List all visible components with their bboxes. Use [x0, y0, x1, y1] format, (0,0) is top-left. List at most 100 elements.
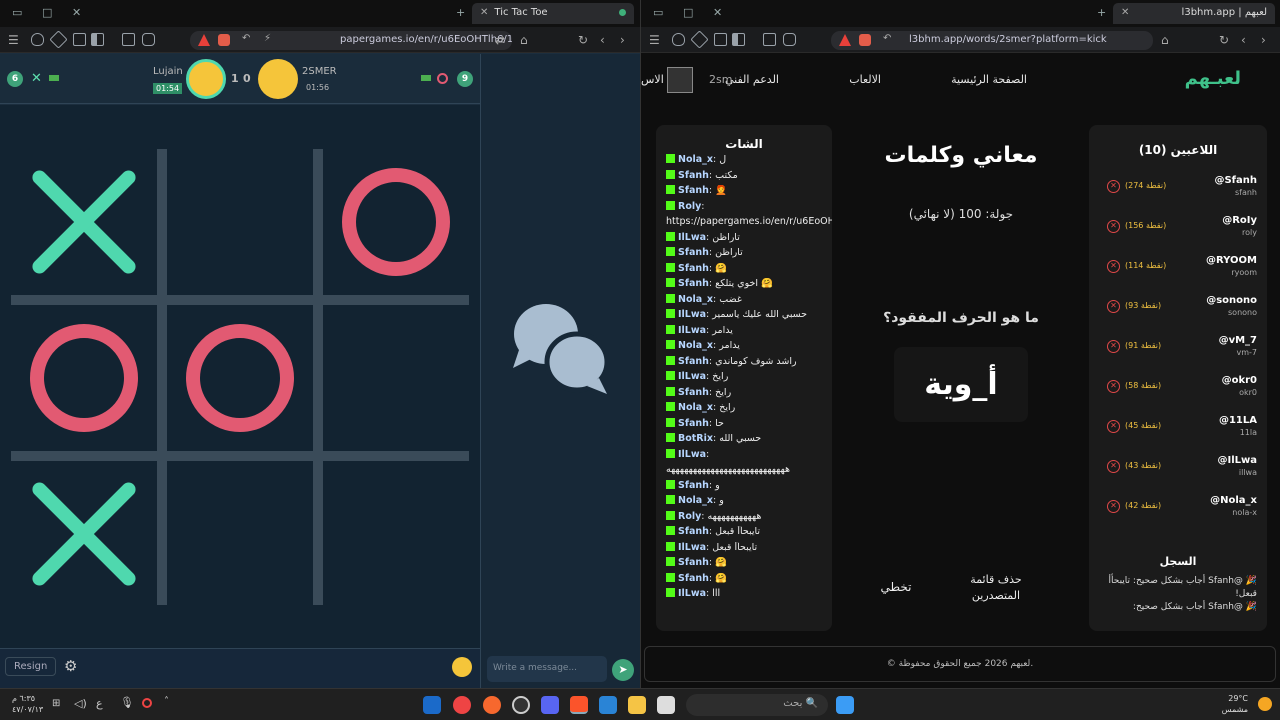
close-window-icon[interactable]: ✕	[72, 6, 81, 19]
task-view-icon[interactable]	[657, 696, 675, 714]
back-icon[interactable]: ‹	[600, 33, 605, 47]
weather-widget[interactable]: 29°C مشمس	[1222, 693, 1248, 715]
tab-bar: ▭ □ ✕ + ✕ l3bhm.app | لعبهم	[641, 0, 1280, 27]
remove-player-icon[interactable]: ✕	[1107, 220, 1120, 233]
network-icon[interactable]: ⊞	[52, 698, 60, 709]
puzzle-icon[interactable]	[690, 30, 709, 49]
store-icon[interactable]	[599, 696, 617, 714]
bookmark-icon[interactable]: ⌂	[1161, 33, 1169, 47]
kick-icon	[666, 355, 675, 365]
skip-button[interactable]: تخطي	[871, 580, 921, 594]
delete-leaderboard-button[interactable]: حذف قائمة المتصدرين	[946, 572, 1046, 604]
start-icon[interactable]	[836, 696, 854, 714]
menu-icon[interactable]: ▭	[12, 6, 22, 19]
screenshot-icon[interactable]	[763, 33, 776, 46]
language-indicator[interactable]: ع	[96, 697, 103, 710]
player-row: @okr0 okr0 (58 نقطة) ✕	[1089, 375, 1267, 415]
nav-home[interactable]: الصفحة الرئيسية	[951, 73, 1027, 86]
menu-icon[interactable]: ▭	[653, 6, 663, 19]
chat-text: رايخ	[719, 402, 736, 413]
send-button[interactable]: ➤	[612, 659, 634, 681]
question-text: ما هو الحرف المفقود؟	[883, 310, 1039, 326]
left-flag-icon	[49, 75, 59, 81]
address-bar[interactable]: ↶ l3bhm.app/words/2smer?platform=kick	[831, 31, 1153, 50]
copy-icon[interactable]	[714, 33, 727, 46]
back-icon[interactable]: ‹	[1241, 33, 1246, 47]
chat-username: IlLwa	[678, 324, 707, 336]
brave-taskbar-icon[interactable]	[570, 696, 588, 714]
left-timer: 01:54	[153, 83, 183, 94]
site-logo[interactable]: لعبـهم	[1185, 68, 1241, 89]
screenshot-icon[interactable]	[122, 33, 135, 46]
new-tab-icon[interactable]: +	[1097, 6, 1106, 19]
share-icon[interactable]: ⇄	[495, 33, 505, 47]
resign-button[interactable]: Resign	[5, 657, 57, 676]
forward-icon[interactable]: ›	[620, 33, 625, 47]
remove-player-icon[interactable]: ✕	[1107, 180, 1120, 193]
sidebar-toggle-icon[interactable]	[91, 33, 104, 46]
tab-l3bhm[interactable]: ✕ l3bhm.app | لعبهم	[1113, 3, 1275, 24]
sun-icon	[1258, 697, 1272, 711]
obs-icon[interactable]	[512, 696, 530, 714]
kick-icon	[666, 541, 675, 551]
kick-icon	[666, 402, 675, 411]
chat-text: 🤗	[715, 262, 727, 274]
clock[interactable]: ٦:٣٥ م ٤٧/٠٧/١٣	[12, 693, 43, 715]
weather-text: مشمس	[1221, 705, 1248, 714]
players-list: @Sfanh sfanh (274 نقطة) ✕ @RoIy roly (156 نقطة…	[1089, 175, 1267, 541]
folder-icon[interactable]	[628, 696, 646, 714]
steam-icon[interactable]	[423, 696, 441, 714]
reload-icon[interactable]: ↻	[578, 33, 588, 47]
nav-support[interactable]: الدعم الفني	[725, 73, 779, 86]
volume-icon[interactable]: ◁)	[74, 697, 87, 710]
sidebar-menu-icon[interactable]: ☰	[8, 33, 19, 47]
user-avatar[interactable]	[667, 67, 693, 93]
game-title: معاني وكلمات	[884, 143, 1038, 168]
tray-up-icon[interactable]: ˄	[164, 696, 169, 707]
sidebar-menu-icon[interactable]: ☰	[649, 33, 660, 47]
chat-separator: :	[701, 200, 705, 212]
record-icon[interactable]	[142, 698, 152, 708]
bookmark-icon[interactable]: ⌂	[520, 33, 528, 47]
chrome-icon[interactable]	[453, 696, 471, 714]
right-timer: 01:56	[306, 83, 330, 92]
discord-icon[interactable]	[541, 696, 559, 714]
shield-icon[interactable]	[31, 33, 44, 46]
chat-text: 🤗	[715, 557, 727, 568]
taskbar-search[interactable]: 🔍 بحث	[686, 694, 828, 716]
tab-tictactoe[interactable]: ✕ Tic Tac Toe	[472, 3, 634, 24]
extensions-icon[interactable]	[142, 33, 155, 46]
mic-icon[interactable]: 🎙	[120, 696, 134, 709]
copy-icon[interactable]	[73, 33, 86, 46]
emoji-icon[interactable]	[452, 657, 472, 677]
forward-icon[interactable]: ›	[1261, 33, 1266, 47]
address-bar[interactable]: ↶ ⚡ papergames.io/en/r/u6EoOHTlh6/1	[190, 31, 512, 50]
kick-icon	[666, 433, 675, 442]
nav-name[interactable]: الاس	[641, 73, 664, 86]
nav-user[interactable]: 2sm	[709, 73, 732, 86]
tab-title: l3bhm.app | لعبهم	[1181, 7, 1267, 18]
remove-player-icon[interactable]: ✕	[1107, 300, 1120, 313]
player-row: @Nola_x nola-x (42 نقطة) ✕	[1089, 495, 1267, 535]
shield-icon[interactable]	[672, 33, 685, 46]
reload-icon[interactable]: ↻	[1219, 33, 1229, 47]
puzzle-icon[interactable]	[49, 30, 68, 49]
remove-player-icon[interactable]: ✕	[1107, 340, 1120, 353]
new-tab-icon[interactable]: +	[456, 6, 465, 19]
nav-games[interactable]: الالعاب	[849, 73, 881, 86]
maximize-icon[interactable]: □	[683, 6, 693, 19]
remove-player-icon[interactable]: ✕	[1107, 500, 1120, 513]
remove-player-icon[interactable]: ✕	[1107, 420, 1120, 433]
app-icon[interactable]	[483, 696, 501, 714]
chat-message-input[interactable]: Write a message...	[487, 656, 607, 682]
close-window-icon[interactable]: ✕	[713, 6, 722, 19]
taskbar: ٦:٣٥ م ٤٧/٠٧/١٣ ⊞ ◁) ع 🎙 ˄ 🔍 بحث 29°C مشمس	[0, 688, 1280, 720]
remove-player-icon[interactable]: ✕	[1107, 260, 1120, 273]
maximize-icon[interactable]: □	[42, 6, 52, 19]
extensions-icon[interactable]	[783, 33, 796, 46]
sidebar-toggle-icon[interactable]	[732, 33, 745, 46]
settings-gear-icon[interactable]: ⚙	[64, 657, 77, 675]
chat-username: Sfanh	[678, 262, 709, 274]
remove-player-icon[interactable]: ✕	[1107, 380, 1120, 393]
remove-player-icon[interactable]: ✕	[1107, 460, 1120, 473]
